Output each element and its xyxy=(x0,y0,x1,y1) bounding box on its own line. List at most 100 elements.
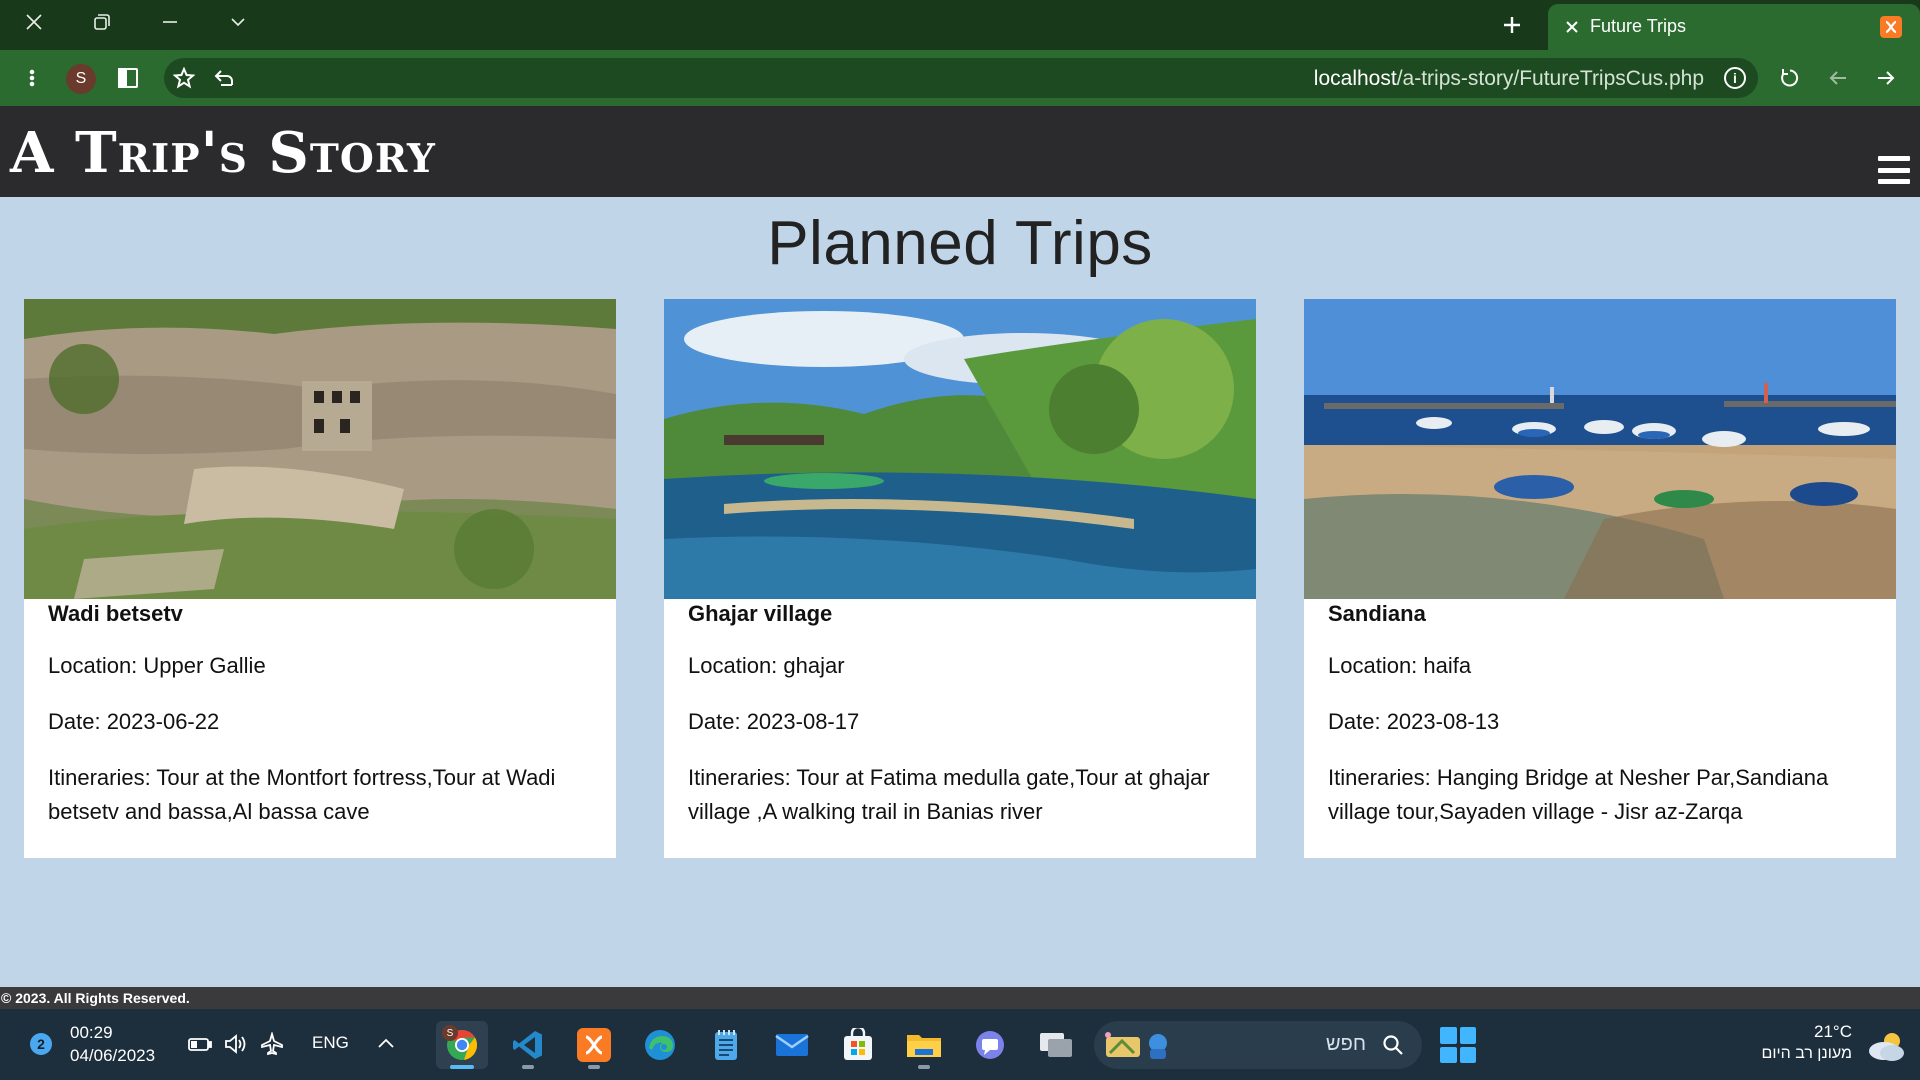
trip-image xyxy=(664,299,1256,599)
tab-search-button[interactable] xyxy=(208,0,268,44)
taskbar-task-view[interactable] xyxy=(1030,1021,1082,1069)
xampp-icon xyxy=(577,1028,611,1062)
url-path: /a-trips-story/FutureTripsCus.php xyxy=(1396,67,1704,90)
share-icon xyxy=(214,70,233,86)
tab-future-trips[interactable]: Future Trips xyxy=(1548,4,1920,50)
page-title: Planned Trips xyxy=(767,209,1153,278)
edge-icon xyxy=(645,1030,675,1060)
bookmark-star-button[interactable] xyxy=(166,60,202,96)
language-indicator[interactable]: ENG xyxy=(312,1033,349,1053)
trip-itineraries: Itineraries: Hanging Bridge at Nesher Pa… xyxy=(1328,765,1829,824)
taskbar-notepad[interactable] xyxy=(700,1021,752,1069)
hamburger-menu-icon[interactable] xyxy=(1878,156,1910,184)
trip-location: Location: Upper Gallie xyxy=(48,653,266,678)
more-vertical-icon xyxy=(29,69,35,87)
arrow-left-icon xyxy=(1829,71,1846,85)
window-close-button[interactable] xyxy=(4,0,64,44)
notification-badge[interactable]: 2 xyxy=(30,1033,52,1055)
taskbar-teams-chat[interactable] xyxy=(964,1021,1016,1069)
taskbar-edge[interactable] xyxy=(634,1021,686,1069)
trip-card: Sandiana Location: haifa Date: 2023-08-1… xyxy=(1304,299,1896,858)
taskbar-store[interactable] xyxy=(832,1021,884,1069)
trip-image xyxy=(1304,299,1896,599)
chevron-up-icon xyxy=(378,1038,394,1048)
trip-date: Date: 2023-08-17 xyxy=(688,709,860,734)
taskbar-vscode[interactable] xyxy=(502,1021,554,1069)
trip-card-body: Wadi betsetv Location: Upper Gallie Date… xyxy=(48,601,600,829)
taskbar-search-box[interactable]: חפש xyxy=(1094,1021,1422,1069)
trip-date: Date: 2023-06-22 xyxy=(48,709,220,734)
show-hidden-icons-button[interactable] xyxy=(372,1031,400,1057)
close-icon xyxy=(26,14,42,30)
chat-icon xyxy=(976,1031,1004,1059)
forward-button[interactable] xyxy=(1868,60,1904,96)
trip-card-body: Ghajar village Location: ghajar Date: 20… xyxy=(688,601,1240,829)
chrome-profile-badge: S xyxy=(442,1025,458,1041)
search-icon xyxy=(1382,1034,1404,1061)
site-footer: © 2023. All Rights Reserved. xyxy=(0,987,1920,1009)
trip-card: Wadi betsetv Location: Upper Gallie Date… xyxy=(24,299,616,858)
taskbar-chrome[interactable]: S xyxy=(436,1021,488,1069)
trip-name: Wadi betsetv xyxy=(48,601,183,626)
windows-logo-icon xyxy=(1440,1027,1457,1044)
tab-close-button[interactable] xyxy=(1562,17,1582,37)
back-button[interactable] xyxy=(1820,60,1856,96)
trip-card: Ghajar village Location: ghajar Date: 20… xyxy=(664,299,1256,858)
trip-location: Location: haifa xyxy=(1328,653,1472,678)
address-bar[interactable]: localhost/a-trips-story/FutureTripsCus.p… xyxy=(164,58,1758,98)
windows-taskbar: 2 00:29 04/06/2023 ENG S חפש 21°C מעונן … xyxy=(0,1009,1920,1080)
window-minimize-button[interactable] xyxy=(140,0,200,44)
taskbar-mail[interactable] xyxy=(766,1021,818,1069)
minimize-icon xyxy=(163,21,177,23)
vscode-icon xyxy=(513,1031,542,1059)
new-tab-button[interactable] xyxy=(1490,6,1534,44)
site-header: A Trip's Story xyxy=(0,106,1920,197)
reload-button[interactable] xyxy=(1772,60,1808,96)
trip-date: Date: 2023-08-13 xyxy=(1328,709,1500,734)
trip-card-body: Sandiana Location: haifa Date: 2023-08-1… xyxy=(1328,601,1880,829)
site-info-icon[interactable]: i xyxy=(1724,67,1746,89)
trip-itineraries: Itineraries: Tour at the Montfort fortre… xyxy=(48,765,556,824)
trip-location: Location: ghajar xyxy=(688,653,845,678)
store-icon xyxy=(844,1028,872,1060)
mail-icon xyxy=(775,1034,809,1056)
browser-title-bar: Future Trips xyxy=(0,0,1920,50)
search-placeholder: חפש xyxy=(1326,1033,1366,1055)
arrow-right-icon xyxy=(1878,71,1895,85)
battery-icon[interactable] xyxy=(186,1031,214,1057)
taskbar-xampp[interactable] xyxy=(568,1021,620,1069)
task-view-icon xyxy=(1040,1033,1072,1057)
share-button[interactable] xyxy=(206,60,242,96)
browser-toolbar: S localhost/a-trips-story/FutureTripsCus… xyxy=(0,50,1920,106)
taskbar-file-explorer[interactable] xyxy=(898,1021,950,1069)
trip-name: Ghajar village xyxy=(688,601,833,626)
search-highlight-icon xyxy=(1105,1032,1167,1059)
star-icon xyxy=(173,67,195,89)
url-host: localhost xyxy=(1313,67,1397,90)
airplane-mode-icon[interactable] xyxy=(258,1031,286,1057)
clock-date: 04/06/2023 xyxy=(70,1046,156,1065)
site-logo[interactable]: A Trip's Story xyxy=(10,120,436,186)
trip-itineraries: Itineraries: Tour at Fatima medulla gate… xyxy=(688,765,1210,824)
weather-widget[interactable]: 21°C מעונן רב היום xyxy=(1761,1021,1852,1065)
restore-icon xyxy=(94,14,110,30)
start-button[interactable] xyxy=(1440,1027,1476,1063)
window-restore-button[interactable] xyxy=(72,0,132,44)
trip-image xyxy=(24,299,616,599)
tab-title: Future Trips xyxy=(1590,16,1687,36)
close-icon xyxy=(1566,21,1578,33)
trip-name: Sandiana xyxy=(1328,601,1426,626)
clock-time: 00:29 xyxy=(70,1023,113,1042)
folder-icon xyxy=(907,1035,941,1057)
taskbar-clock[interactable]: 00:29 04/06/2023 xyxy=(70,1021,155,1067)
profile-avatar[interactable]: S xyxy=(66,64,96,94)
weather-temperature: 21°C xyxy=(1814,1022,1852,1041)
plus-icon xyxy=(1504,17,1520,33)
volume-icon[interactable] xyxy=(222,1031,250,1057)
reload-icon xyxy=(1781,69,1799,87)
url-text[interactable]: localhost/a-trips-story/FutureTripsCus.p… xyxy=(1314,67,1704,91)
notepad-icon xyxy=(715,1030,737,1060)
sidebar-toggle-button[interactable] xyxy=(110,60,146,96)
browser-menu-button[interactable] xyxy=(14,60,50,96)
sidebar-icon xyxy=(118,68,138,88)
